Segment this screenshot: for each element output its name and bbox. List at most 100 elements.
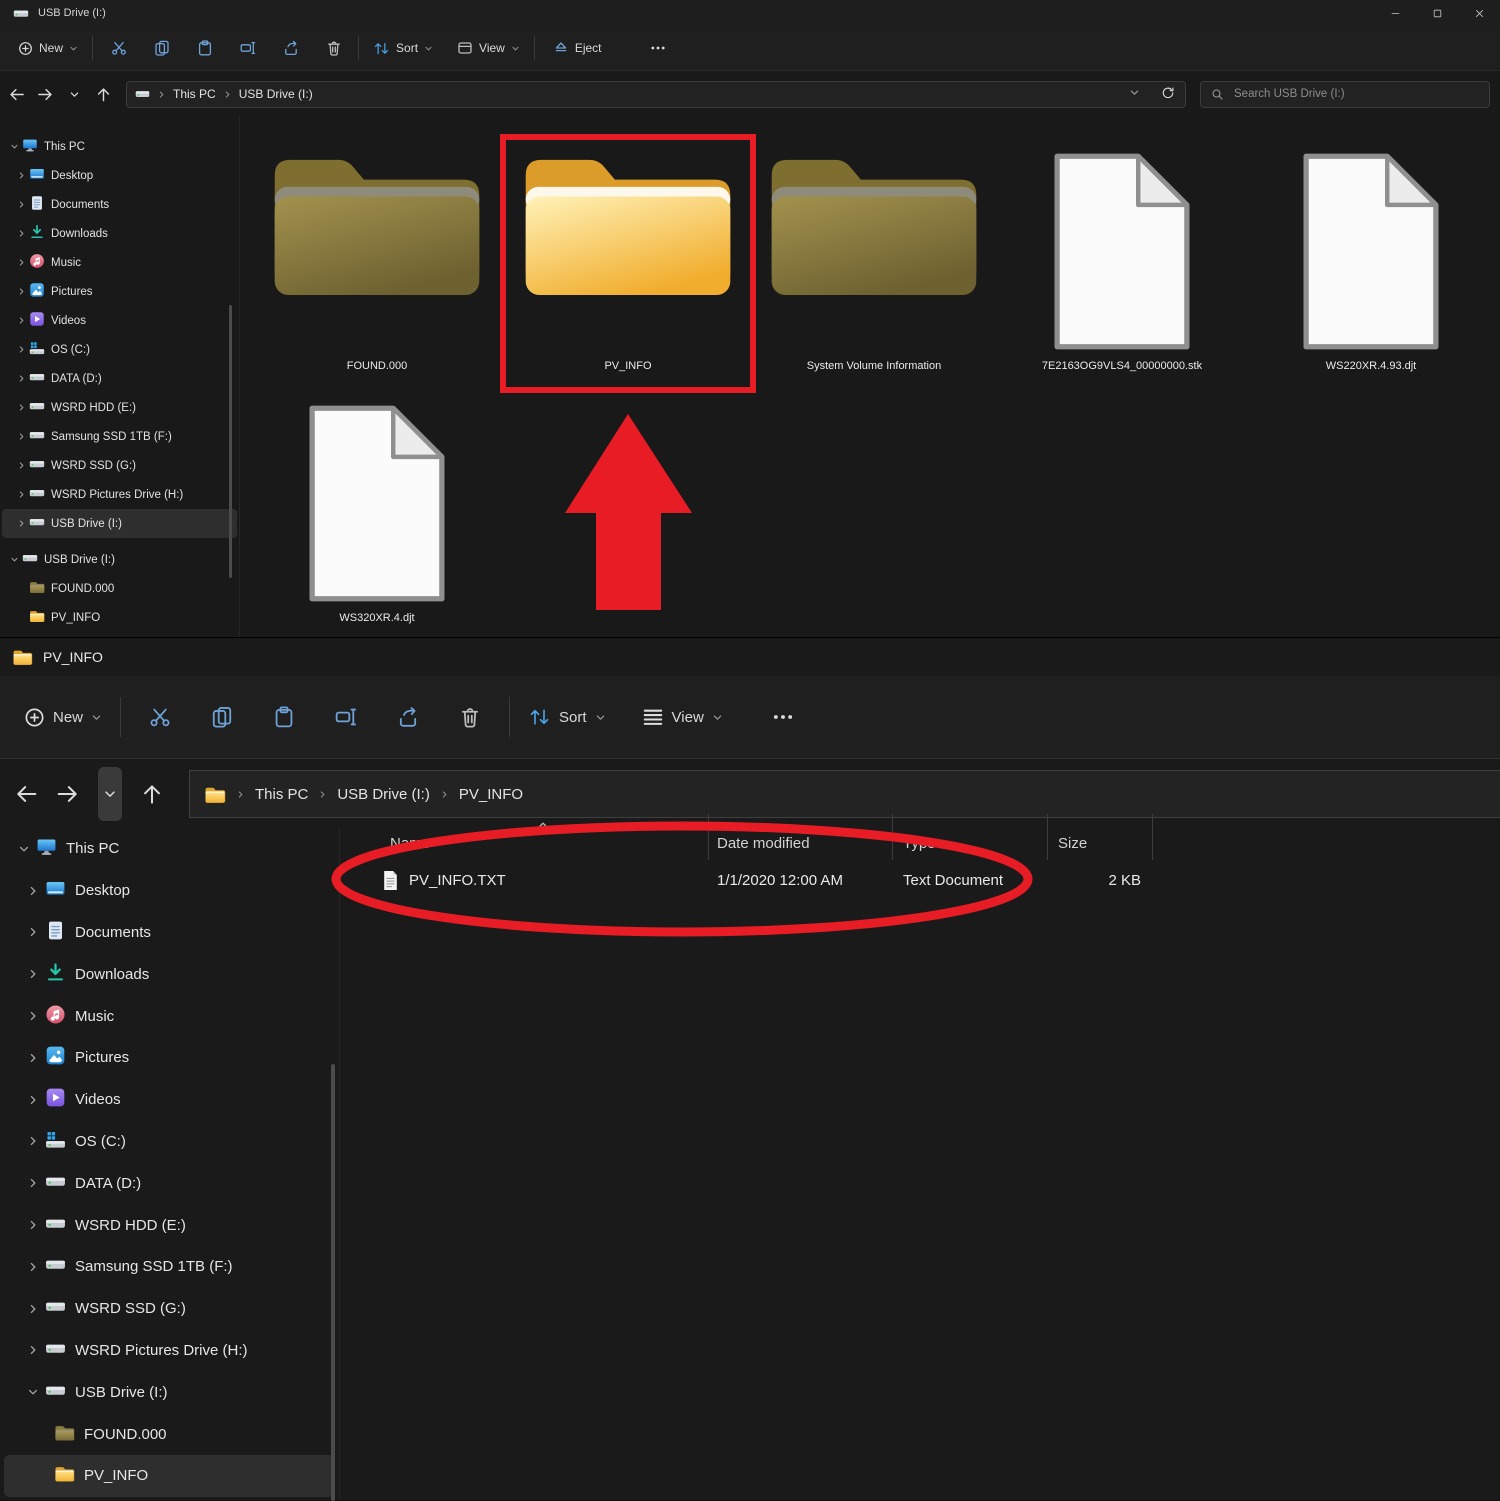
breadcrumb[interactable]: This PC USB Drive (I:): [126, 81, 1186, 108]
sidebar-item-videos[interactable]: Videos: [2, 306, 237, 335]
folder-tab[interactable]: PV_INFO: [0, 638, 1500, 676]
sidebar-item-this-pc[interactable]: This PC: [2, 132, 237, 161]
sidebar-item-samsung-ssd-1tb-f[interactable]: Samsung SSD 1TB (F:): [4, 1246, 335, 1288]
copy-button[interactable]: [196, 698, 248, 736]
cut-button[interactable]: [101, 35, 137, 61]
sidebar-item-downloads[interactable]: Downloads: [2, 219, 237, 248]
see-more-button[interactable]: [757, 698, 809, 736]
sidebar-item-music[interactable]: Music: [4, 995, 335, 1037]
column-header-name[interactable]: Name: [340, 814, 709, 860]
delete-button[interactable]: [316, 35, 352, 61]
documents-icon: [29, 195, 45, 211]
folder-tile-found-000[interactable]: FOUND.000: [257, 140, 497, 372]
table-row-pv-info-txt[interactable]: PV_INFO.TXT1/1/2020 12:00 AMText Documen…: [340, 860, 1500, 900]
folder-tile-pv-info[interactable]: PV_INFO: [508, 140, 748, 372]
breadcrumb-item-usb-drive-i[interactable]: USB Drive (I:): [239, 87, 313, 101]
pictures-icon: [29, 282, 45, 298]
search-input[interactable]: [1232, 87, 1479, 101]
breadcrumb-item-usb-drive-i[interactable]: USB Drive (I:): [337, 786, 430, 803]
sidebar-item-wsrd-hdd-e[interactable]: WSRD HDD (E:): [2, 393, 237, 422]
back-button[interactable]: [4, 81, 30, 107]
sidebar-item-pictures[interactable]: Pictures: [4, 1037, 335, 1079]
column-header-date-modified[interactable]: Date modified: [709, 814, 893, 860]
new-button[interactable]: New: [14, 699, 112, 736]
sidebar-scrollbar[interactable]: [229, 305, 232, 578]
folder-tile-system-volume-information[interactable]: System Volume Information: [754, 140, 994, 372]
sidebar-item-data-d[interactable]: DATA (D:): [2, 364, 237, 393]
up-button[interactable]: [133, 772, 171, 816]
chevron-right-icon: [27, 885, 39, 897]
sidebar-item-label: WSRD HDD (E:): [51, 402, 136, 414]
breadcrumb[interactable]: This PC USB Drive (I:) PV_INFO: [189, 770, 1500, 818]
rename-button[interactable]: [230, 35, 266, 61]
copy-button[interactable]: [144, 35, 180, 61]
sort-button[interactable]: Sort: [365, 36, 441, 61]
column-header-size[interactable]: Size: [1048, 814, 1153, 860]
sidebar-item-usb-drive-i[interactable]: USB Drive (I:): [2, 545, 237, 574]
view-button[interactable]: View: [449, 35, 528, 61]
share-button[interactable]: [382, 698, 434, 736]
sidebar-item-desktop[interactable]: Desktop: [4, 870, 335, 912]
file-tile-ws320xr-4-djt[interactable]: WS320XR.4.djt: [257, 392, 497, 624]
breadcrumb-item-pv-info[interactable]: PV_INFO: [459, 786, 523, 803]
sidebar-scrollbar[interactable]: [331, 1064, 335, 1501]
sidebar-item-documents[interactable]: Documents: [4, 912, 335, 954]
sidebar-item-wsrd-hdd-e[interactable]: WSRD HDD (E:): [4, 1204, 335, 1246]
up-button[interactable]: [91, 81, 117, 107]
column-header-type[interactable]: Type: [893, 814, 1048, 860]
cut-button[interactable]: [134, 698, 186, 736]
sidebar-item-desktop[interactable]: Desktop: [2, 161, 237, 190]
sidebar-item-wsrd-pictures-drive-h[interactable]: WSRD Pictures Drive (H:): [4, 1330, 335, 1372]
sidebar-item-found-000[interactable]: FOUND.000: [4, 1413, 335, 1455]
refresh-button[interactable]: [1161, 86, 1175, 103]
file-tile-ws220xr-4-93-djt[interactable]: WS220XR.4.93.djt: [1251, 140, 1491, 372]
new-button[interactable]: New: [10, 36, 86, 61]
sidebar-item-pictures[interactable]: Pictures: [2, 277, 237, 306]
sidebar-item-this-pc[interactable]: This PC: [4, 828, 335, 870]
sidebar-item-data-d[interactable]: DATA (D:): [4, 1162, 335, 1204]
recent-locations-button[interactable]: [98, 767, 122, 821]
sidebar-item-pv-info[interactable]: PV_INFO: [4, 1455, 335, 1497]
chevron-right-icon: [17, 171, 26, 180]
sidebar-item-downloads[interactable]: Downloads: [4, 953, 335, 995]
sidebar-item-wsrd-ssd-g[interactable]: WSRD SSD (G:): [4, 1288, 335, 1330]
address-dropdown-button[interactable]: [1129, 87, 1140, 101]
view-button[interactable]: View: [632, 698, 733, 736]
rename-icon: [240, 40, 256, 56]
sidebar-item-wsrd-ssd-g[interactable]: WSRD SSD (G:): [2, 451, 237, 480]
sidebar-item-os-c[interactable]: OS (C:): [2, 335, 237, 364]
forward-button[interactable]: [33, 81, 59, 107]
explorer-window-pv-info: PV_INFO New Sort View This: [0, 637, 1500, 1500]
back-button[interactable]: [7, 772, 45, 816]
search-box[interactable]: [1200, 81, 1490, 108]
share-button[interactable]: [273, 35, 309, 61]
sidebar-item-usb-drive-i[interactable]: USB Drive (I:): [2, 509, 237, 538]
paste-button[interactable]: [258, 698, 310, 736]
sidebar-item-music[interactable]: Music: [2, 248, 237, 277]
forward-button[interactable]: [49, 772, 87, 816]
see-more-button[interactable]: [640, 35, 676, 61]
minimize-button[interactable]: [1374, 0, 1416, 26]
paste-button[interactable]: [187, 35, 223, 61]
delete-button[interactable]: [444, 698, 496, 736]
chevron-down-icon: [10, 555, 19, 564]
sidebar-item-documents[interactable]: Documents: [2, 190, 237, 219]
breadcrumb-item-this-pc[interactable]: This PC: [255, 786, 308, 803]
sidebar-item-usb-drive-i[interactable]: USB Drive (I:): [4, 1371, 335, 1413]
sidebar-item-videos[interactable]: Videos: [4, 1079, 335, 1121]
sidebar-item-samsung-ssd-1tb-f[interactable]: Samsung SSD 1TB (F:): [2, 422, 237, 451]
sidebar-item-pv-info[interactable]: PV_INFO: [2, 603, 237, 632]
eject-button[interactable]: Eject: [545, 35, 610, 61]
file-tile-7e2163og9vls4-00000000-stk[interactable]: 7E2163OG9VLS4_00000000.stk: [1002, 140, 1242, 372]
sidebar-item-wsrd-pictures-drive-h[interactable]: WSRD Pictures Drive (H:): [2, 480, 237, 509]
sidebar-item-found-000[interactable]: FOUND.000: [2, 574, 237, 603]
recent-locations-button[interactable]: [62, 81, 88, 107]
breadcrumb-item-this-pc[interactable]: This PC: [173, 87, 216, 101]
close-button[interactable]: [1458, 0, 1500, 26]
sidebar-item-label: Pictures: [51, 286, 93, 298]
sidebar-item-os-c[interactable]: OS (C:): [4, 1121, 335, 1163]
maximize-button[interactable]: [1416, 0, 1458, 26]
videos-icon: [29, 311, 45, 327]
sort-button[interactable]: Sort: [518, 699, 616, 735]
rename-button[interactable]: [320, 698, 372, 736]
